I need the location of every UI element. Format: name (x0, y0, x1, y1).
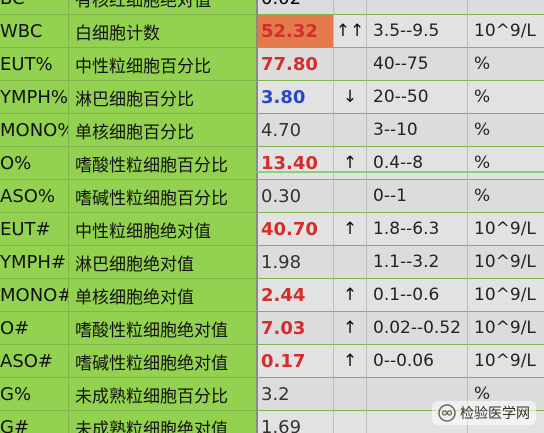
row-code[interactable]: EUT# (0, 213, 68, 246)
row-flag[interactable]: ↑ (333, 345, 366, 378)
row-name[interactable]: 有核红细胞绝对值 (68, 0, 256, 15)
row-unit[interactable]: 10^9/L (467, 213, 544, 246)
row-name[interactable]: 淋巴细胞百分比 (68, 81, 256, 114)
table-row: BC有核红细胞绝对值0.02 (0, 0, 544, 15)
row-code[interactable]: G# (0, 411, 68, 433)
row-value[interactable]: 7.03 (256, 312, 333, 345)
row-unit[interactable]: % (467, 81, 544, 114)
row-flag[interactable] (333, 246, 366, 279)
row-unit[interactable]: % (467, 147, 544, 180)
table-row: EUT% 中性粒细胞百分比 77.80 40--75% (0, 48, 544, 81)
row-name[interactable]: 嗜酸性粒细胞绝对值 (68, 312, 256, 345)
table-row: ASO# 嗜碱性粒细胞绝对值 0.17 ↑ 0--0.06 10^9/L (0, 345, 544, 378)
row-flag[interactable] (333, 411, 366, 433)
row-value[interactable]: 77.80 (256, 48, 333, 81)
row-code[interactable]: YMPH% (0, 81, 68, 114)
lab-results-table: BC有核红细胞绝对值0.02WBC白细胞计数52.32↑↑3.5--9.510^… (0, 0, 544, 433)
row-flag[interactable] (333, 48, 366, 81)
row-name[interactable]: 中性粒细胞绝对值 (68, 213, 256, 246)
table-row: EUT# 中性粒细胞绝对值 40.70 ↑ 1.8--6.3 10^9/L (0, 213, 544, 246)
row-code[interactable]: ASO# (0, 345, 68, 378)
row-unit[interactable]: 10^9/L (467, 312, 544, 345)
row-code[interactable]: BC (0, 0, 68, 15)
row-range[interactable]: 3.5--9.5 (366, 15, 467, 48)
row-name[interactable]: 嗜酸性粒细胞百分比 (68, 147, 256, 180)
row-flag[interactable]: ↑ (333, 213, 366, 246)
watermark: 检验医学网 (432, 401, 536, 425)
row-range[interactable]: 0.4--8 (366, 147, 467, 180)
table-row: O% 嗜酸性粒细胞百分比 13.40 ↑ 0.4--8% (0, 147, 544, 180)
row-unit[interactable]: 10^9/L (467, 345, 544, 378)
row-range[interactable]: 0.1--0.6 (366, 279, 467, 312)
row-range[interactable]: 0--1 (366, 180, 467, 213)
row-name[interactable]: 白细胞计数 (68, 15, 256, 48)
table-row: YMPH% 淋巴细胞百分比 3.80 ↓ 20--50% (0, 81, 544, 114)
table-row: WBC 白细胞计数 52.32 ↑↑ 3.5--9.5 10^9/L (0, 15, 544, 48)
row-code[interactable]: EUT% (0, 48, 68, 81)
row-range[interactable] (366, 0, 467, 15)
row-name[interactable]: 嗜碱性粒细胞绝对值 (68, 345, 256, 378)
row-value[interactable]: 0.30 (256, 180, 333, 213)
row-code[interactable]: ASO% (0, 180, 68, 213)
watermark-text: 检验医学网 (460, 406, 530, 422)
row-flag[interactable] (333, 180, 366, 213)
row-code[interactable]: MONO% (0, 114, 68, 147)
row-range[interactable]: 20--50 (366, 81, 467, 114)
row-code[interactable]: G% (0, 378, 68, 411)
row-flag[interactable]: ↑↑ (333, 15, 366, 48)
table-row: YMPH# 淋巴细胞绝对值 1.98 1.1--3.2 10^9/L (0, 246, 544, 279)
row-code[interactable]: YMPH# (0, 246, 68, 279)
row-unit[interactable]: 10^9/L (467, 279, 544, 312)
table-row: MONO# 单核细胞绝对值 2.44 ↑ 0.1--0.6 10^9/L (0, 279, 544, 312)
row-value[interactable]: 0.17 (256, 345, 333, 378)
row-name[interactable]: 中性粒细胞百分比 (68, 48, 256, 81)
row-value[interactable]: 4.70 (256, 114, 333, 147)
row-flag[interactable]: ↑ (333, 279, 366, 312)
row-flag[interactable]: ↑ (333, 312, 366, 345)
row-value[interactable]: 0.02 (256, 0, 333, 15)
row-name[interactable]: 淋巴细胞绝对值 (68, 246, 256, 279)
row-unit[interactable]: 10^9/L (467, 15, 544, 48)
row-flag[interactable]: ↑ (333, 147, 366, 180)
row-name[interactable]: 单核细胞百分比 (68, 114, 256, 147)
row-range[interactable]: 40--75 (366, 48, 467, 81)
row-range[interactable]: 1.8--6.3 (366, 213, 467, 246)
row-name[interactable]: 未成熟粒细胞百分比 (68, 378, 256, 411)
row-value[interactable]: 1.69 (256, 411, 333, 433)
row-flag[interactable] (333, 378, 366, 411)
row-unit[interactable]: % (467, 114, 544, 147)
table-row: MONO% 单核细胞百分比 4.70 3--10% (0, 114, 544, 147)
table-row: ASO% 嗜碱性粒细胞百分比 0.30 0--1% (0, 180, 544, 213)
row-value[interactable]: 2.44 (256, 279, 333, 312)
row-name[interactable]: 未成熟粒细胞绝对值 (68, 411, 256, 433)
row-unit[interactable] (467, 0, 544, 15)
row-value[interactable]: 52.32 (256, 15, 333, 48)
row-name[interactable]: 单核细胞绝对值 (68, 279, 256, 312)
row-value[interactable]: 1.98 (256, 246, 333, 279)
row-value[interactable]: 13.40 (256, 147, 333, 180)
row-code[interactable]: O% (0, 147, 68, 180)
row-range[interactable]: 3--10 (366, 114, 467, 147)
row-selection-line (256, 171, 544, 173)
wechat-official-account-icon (438, 404, 456, 422)
row-range[interactable]: 0.02--0.52 (366, 312, 467, 345)
row-flag[interactable] (333, 114, 366, 147)
row-range[interactable]: 0--0.06 (366, 345, 467, 378)
row-flag[interactable]: ↓ (333, 81, 366, 114)
table-row: O# 嗜酸性粒细胞绝对值 7.03 ↑ 0.02--0.52 10^9/L (0, 312, 544, 345)
row-flag[interactable] (333, 0, 366, 15)
row-value[interactable]: 3.80 (256, 81, 333, 114)
row-name[interactable]: 嗜碱性粒细胞百分比 (68, 180, 256, 213)
row-unit[interactable]: % (467, 180, 544, 213)
row-range[interactable]: 1.1--3.2 (366, 246, 467, 279)
row-value[interactable]: 40.70 (256, 213, 333, 246)
row-code[interactable]: O# (0, 312, 68, 345)
row-code[interactable]: WBC (0, 15, 68, 48)
row-value[interactable]: 3.2 (256, 378, 333, 411)
row-unit[interactable]: 10^9/L (467, 246, 544, 279)
row-code[interactable]: MONO# (0, 279, 68, 312)
row-unit[interactable]: % (467, 48, 544, 81)
